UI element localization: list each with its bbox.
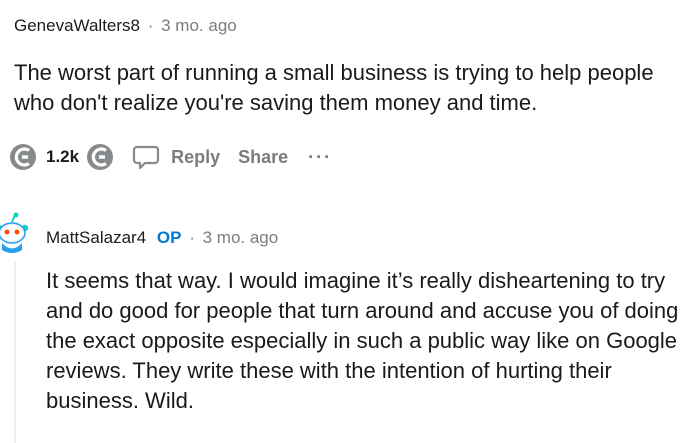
comment-1-body: The worst part of running a small busine… — [14, 60, 654, 115]
vote-count: 1.2k — [46, 147, 80, 166]
reply-label: Reply — [171, 146, 221, 167]
share-button[interactable]: Share — [238, 147, 288, 168]
comment-2-timestamp[interactable]: 3 mo. ago — [203, 228, 279, 247]
thread-line[interactable] — [14, 262, 16, 443]
comment-2-meta: MattSalazar4 OP · 3 mo. ago — [46, 226, 278, 250]
more-options-button[interactable]: ··· — [308, 147, 332, 168]
snoo-avatar-icon[interactable] — [0, 210, 34, 254]
comment-1-username[interactable]: GenevaWalters8 — [14, 16, 140, 35]
upvote-icon[interactable] — [8, 142, 38, 172]
reply-button[interactable]: Reply — [131, 142, 220, 172]
comment-1-action-bar: 1.2k Reply Share ··· — [8, 138, 332, 176]
op-badge: OP — [156, 228, 182, 247]
comment-1-separator: · — [147, 16, 154, 35]
comment-1-timestamp[interactable]: 3 mo. ago — [161, 16, 237, 35]
speech-bubble-icon — [131, 142, 161, 172]
share-label: Share — [238, 146, 289, 167]
comment-2-username[interactable]: MattSalazar4 — [46, 228, 146, 247]
comment-2-body: It seems that way. I would imagine it’s … — [46, 268, 679, 413]
downvote-icon[interactable] — [85, 142, 115, 172]
comment-2-separator: · — [189, 228, 195, 247]
comment-1-meta: GenevaWalters8 · 3 mo. ago — [14, 14, 237, 38]
